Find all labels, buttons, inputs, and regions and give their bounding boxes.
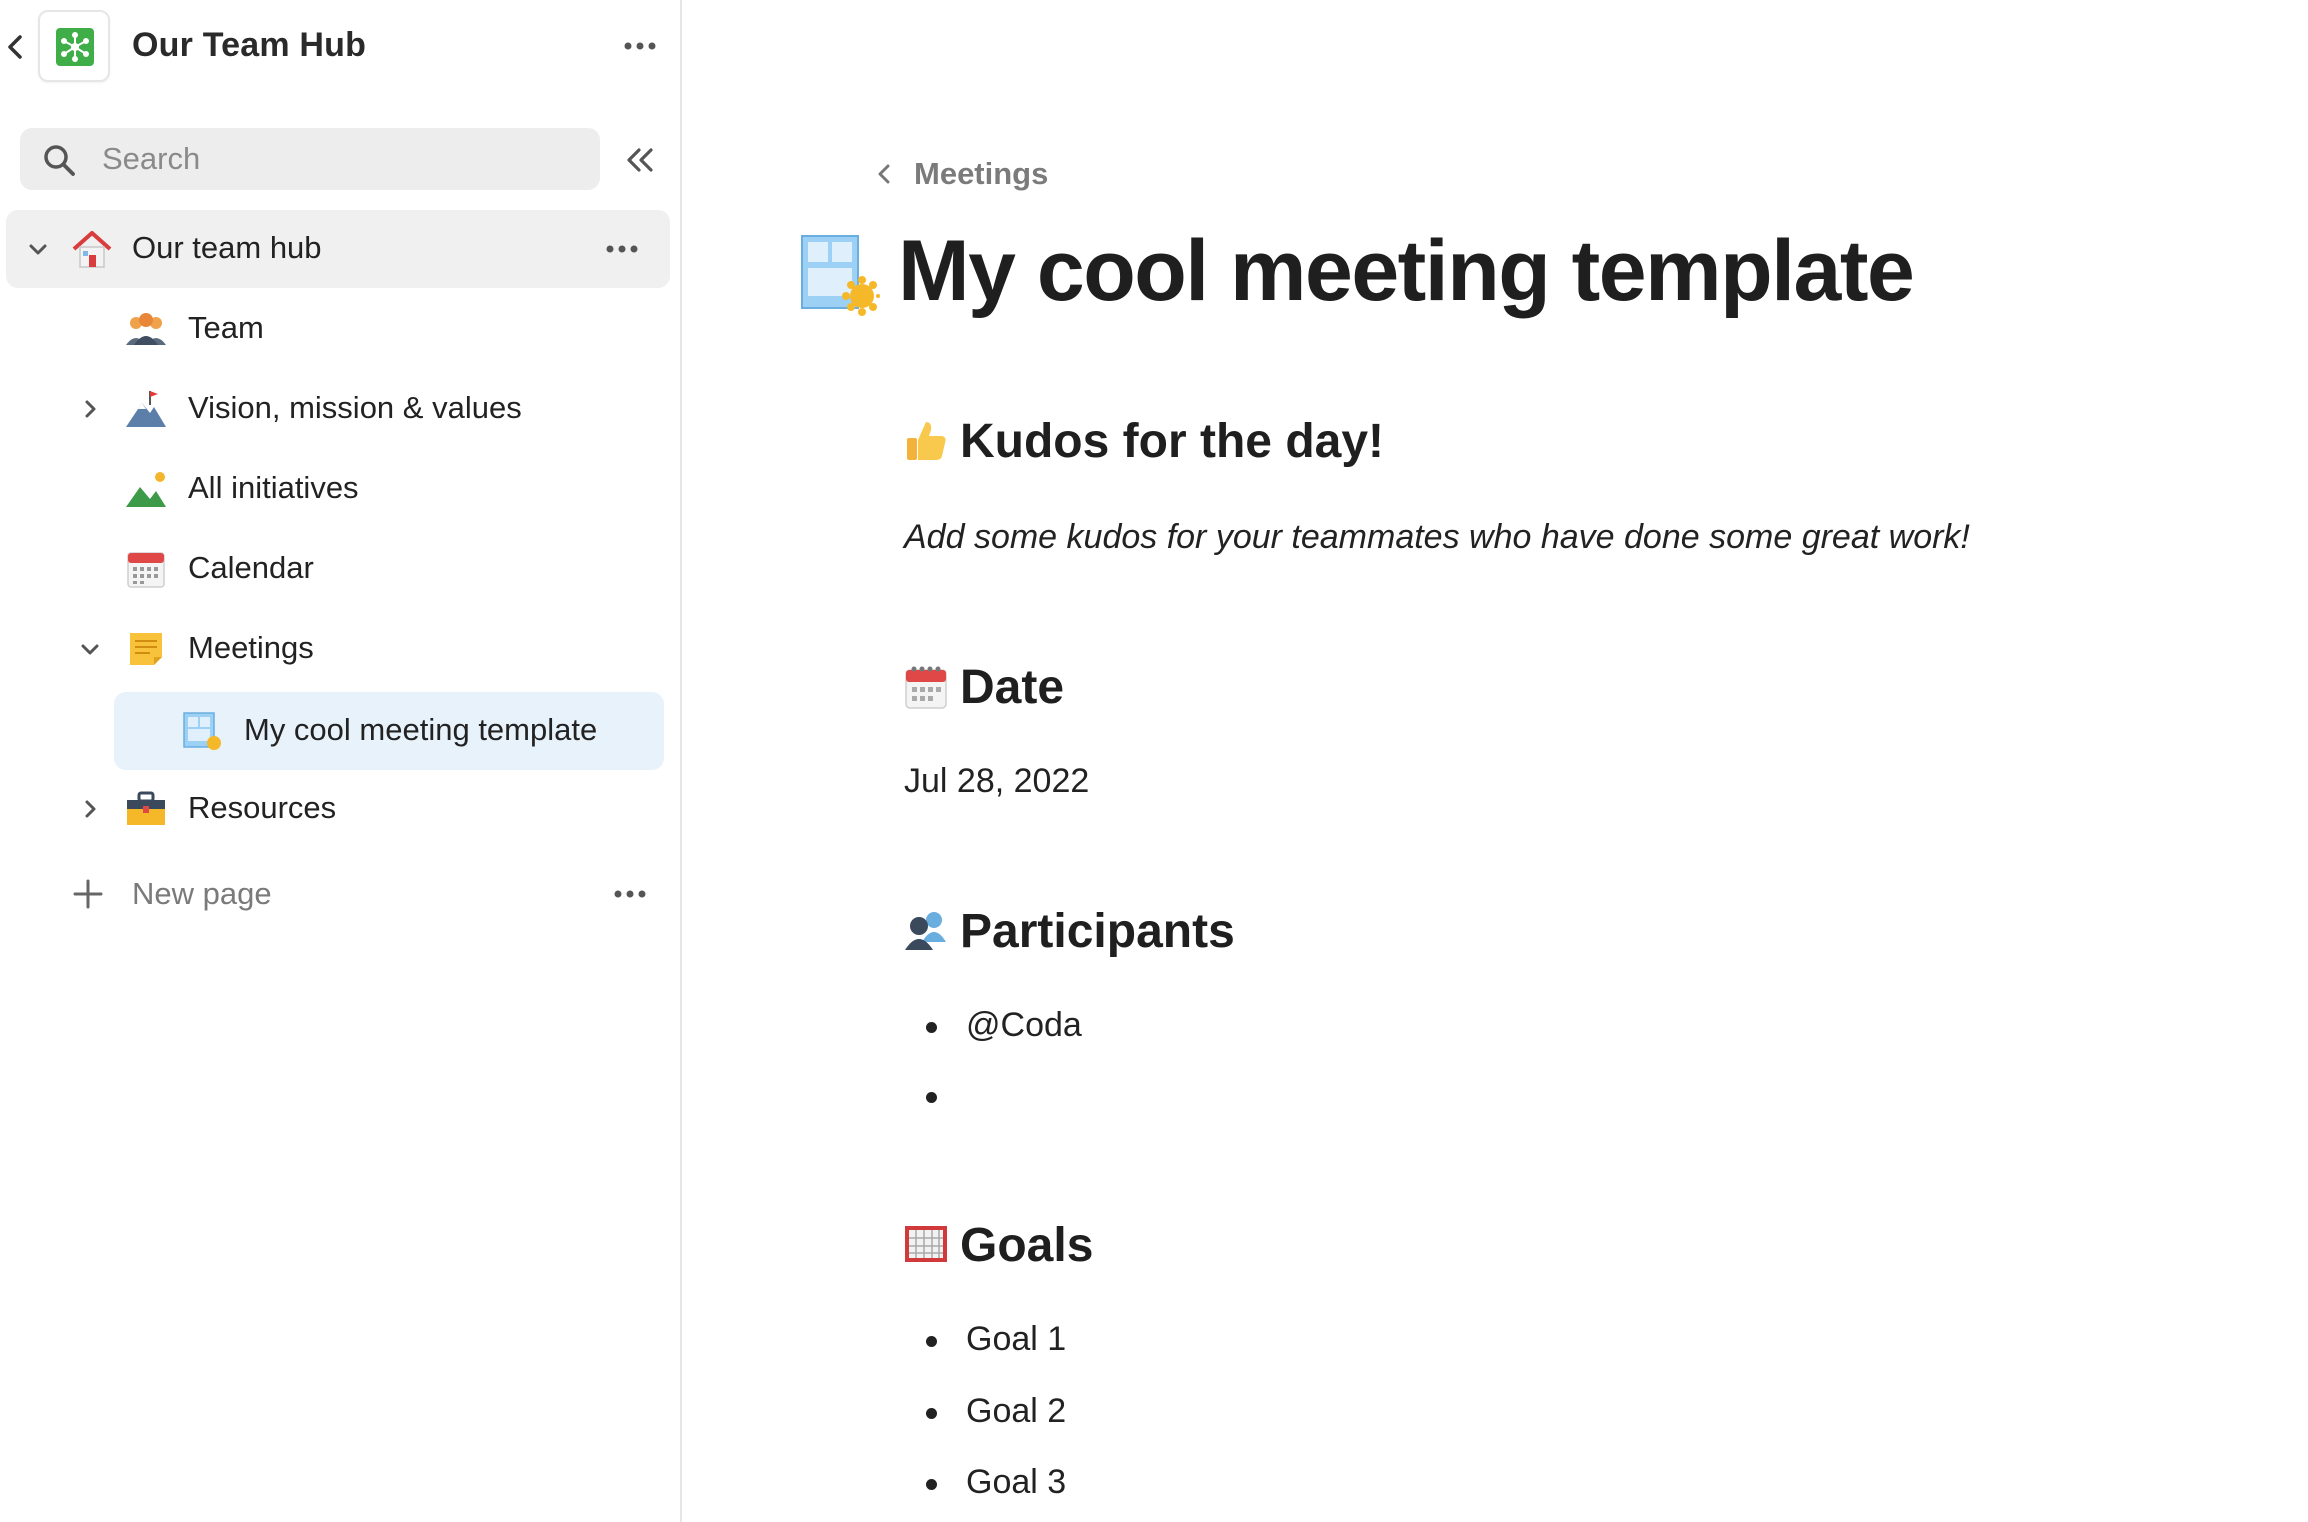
hub-logo[interactable] <box>38 10 110 82</box>
people-icon <box>126 313 166 345</box>
bullet-dot <box>926 1022 937 1033</box>
more-options-icon[interactable] <box>612 886 648 902</box>
bullet-dot <box>926 1479 937 1490</box>
chevron-right-icon[interactable] <box>78 797 102 821</box>
goal-text[interactable]: Goal 1 <box>966 1320 1066 1359</box>
sidebar-item-label: Vision, mission & values <box>188 390 522 425</box>
template-icon[interactable] <box>800 234 880 316</box>
sidebar-item-our-team-hub[interactable]: Our team hub <box>6 210 670 288</box>
calendar-icon <box>905 666 947 709</box>
more-options-icon[interactable] <box>622 38 658 54</box>
kudos-heading-text: Kudos for the day! <box>960 415 1385 468</box>
sidebar-item-label: Calendar <box>188 550 314 585</box>
sidebar-item-my-cool-meeting-template[interactable]: My cool meeting template <box>114 692 664 770</box>
search-icon <box>44 145 75 176</box>
calendar-icon <box>127 552 165 588</box>
goals-heading-text: Goals <box>960 1219 1094 1272</box>
page-title[interactable]: My cool meeting template <box>898 222 1915 321</box>
sidebar-item-label: Our team hub <box>132 230 322 265</box>
hub-title: Our Team Hub <box>132 26 367 64</box>
main-content: Meetings My cool meeting template Kudos … <box>684 0 2308 1522</box>
mountain-flag-icon <box>126 391 166 427</box>
sidebar-item-all-initiatives[interactable]: All initiatives <box>6 450 670 528</box>
sidebar: Our Team Hub Our team hub <box>0 0 682 1522</box>
plus-icon <box>73 879 103 909</box>
participants-heading-text: Participants <box>960 905 1235 958</box>
chevron-left-icon <box>878 164 890 184</box>
sidebar-item-label: Resources <box>188 790 337 825</box>
participant-mention[interactable]: @Coda <box>966 1006 1082 1045</box>
sidebar-item-label: Meetings <box>188 630 314 665</box>
chevron-right-icon[interactable] <box>78 397 102 421</box>
template-icon <box>183 712 221 750</box>
bullet-dot <box>926 1092 937 1103</box>
people-icon <box>905 912 946 950</box>
kudos-description[interactable]: Add some kudos for your teammates who ha… <box>904 518 1970 557</box>
breadcrumb-label: Meetings <box>914 156 1049 191</box>
sidebar-item-resources[interactable]: Resources <box>6 770 670 848</box>
collapse-sidebar-icon[interactable] <box>624 146 656 174</box>
bullet-dot <box>926 1408 937 1419</box>
goal-net-icon <box>905 1226 947 1262</box>
sticky-note-icon <box>130 633 162 665</box>
goal-text[interactable]: Goal 3 <box>966 1463 1066 1502</box>
chevron-left-icon[interactable] <box>4 34 26 60</box>
sidebar-item-label: Team <box>188 310 264 345</box>
toolbox-icon <box>127 791 165 825</box>
bullet-dot <box>926 1336 937 1347</box>
sidebar-item-vision[interactable]: Vision, mission & values <box>6 370 670 448</box>
search-box[interactable] <box>20 128 600 190</box>
new-page-button[interactable]: New page <box>70 870 670 930</box>
search-input[interactable] <box>102 128 582 190</box>
more-options-icon[interactable] <box>604 241 640 257</box>
house-icon <box>72 231 112 268</box>
hub-header: Our Team Hub <box>0 0 680 96</box>
hub-logo-icon <box>56 28 94 66</box>
thumbs-up-icon <box>907 422 946 460</box>
landscape-icon <box>126 472 166 507</box>
sidebar-item-team[interactable]: Team <box>6 290 670 368</box>
sidebar-item-meetings[interactable]: Meetings <box>6 610 670 688</box>
goal-text[interactable]: Goal 2 <box>966 1392 1066 1431</box>
chevron-down-icon[interactable] <box>78 637 102 661</box>
new-page-label: New page <box>132 876 272 911</box>
sidebar-item-calendar[interactable]: Calendar <box>6 530 670 608</box>
sidebar-item-label: My cool meeting template <box>244 712 598 747</box>
sidebar-item-label: All initiatives <box>188 470 359 505</box>
chevron-down-icon[interactable] <box>26 237 50 261</box>
date-heading-text: Date <box>960 661 1065 714</box>
date-value[interactable]: Jul 28, 2022 <box>904 762 1089 801</box>
